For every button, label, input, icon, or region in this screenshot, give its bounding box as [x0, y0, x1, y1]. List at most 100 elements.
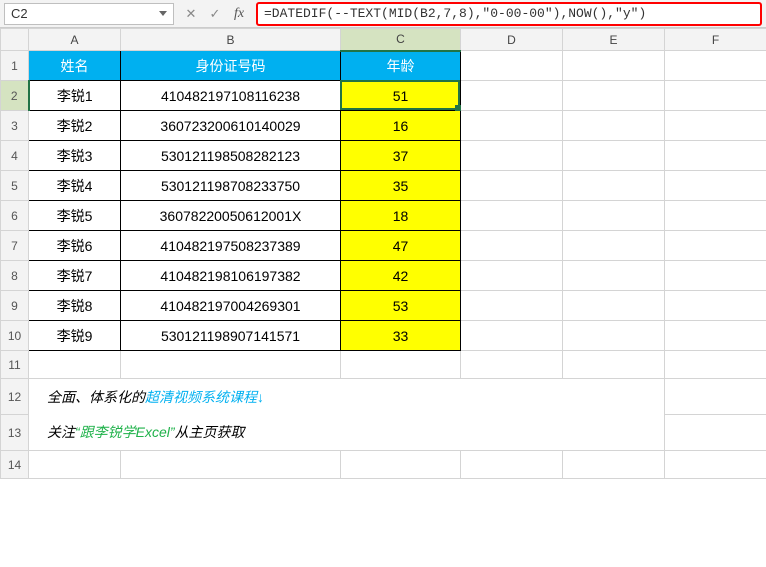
name-box[interactable]: C2: [4, 3, 174, 25]
col-header-D[interactable]: D: [461, 29, 563, 51]
cell-age[interactable]: 33: [341, 321, 461, 351]
cell[interactable]: [665, 379, 766, 415]
col-header-A[interactable]: A: [29, 29, 121, 51]
cell[interactable]: [563, 291, 665, 321]
cell[interactable]: [665, 141, 766, 171]
promo-line-1[interactable]: 全面、体系化的超清视频系统课程↓: [29, 379, 665, 415]
cell[interactable]: [563, 261, 665, 291]
cell[interactable]: [461, 51, 563, 81]
cell[interactable]: [665, 81, 766, 111]
promo-line-2[interactable]: 关注“跟李锐学Excel”从主页获取: [29, 415, 665, 451]
cell[interactable]: [563, 141, 665, 171]
cell[interactable]: [665, 261, 766, 291]
cell-id[interactable]: 410482197004269301: [121, 291, 341, 321]
cell-age[interactable]: 35: [341, 171, 461, 201]
cell-name[interactable]: 李锐6: [29, 231, 121, 261]
cell-name[interactable]: 李锐7: [29, 261, 121, 291]
cell[interactable]: [29, 451, 121, 479]
row-header-11[interactable]: 11: [1, 351, 29, 379]
cell[interactable]: [121, 351, 341, 379]
cell-id[interactable]: 530121198907141571: [121, 321, 341, 351]
cell[interactable]: [461, 321, 563, 351]
row-header-3[interactable]: 3: [1, 111, 29, 141]
cell-name[interactable]: 李锐8: [29, 291, 121, 321]
cell[interactable]: [665, 201, 766, 231]
row-header-4[interactable]: 4: [1, 141, 29, 171]
cell[interactable]: [665, 321, 766, 351]
col-header-C[interactable]: C: [341, 29, 461, 51]
cell[interactable]: [461, 81, 563, 111]
cell[interactable]: [563, 51, 665, 81]
cell[interactable]: [563, 321, 665, 351]
header-id[interactable]: 身份证号码: [121, 51, 341, 81]
cell[interactable]: [563, 201, 665, 231]
cell[interactable]: [461, 451, 563, 479]
cell-age[interactable]: 18: [341, 201, 461, 231]
row-header-5[interactable]: 5: [1, 171, 29, 201]
cell[interactable]: [665, 291, 766, 321]
fx-icon[interactable]: fx: [228, 6, 250, 22]
row-header-1[interactable]: 1: [1, 51, 29, 81]
cell[interactable]: [121, 451, 341, 479]
row-header-7[interactable]: 7: [1, 231, 29, 261]
cell[interactable]: [461, 141, 563, 171]
cell[interactable]: [341, 451, 461, 479]
cell-name[interactable]: 李锐3: [29, 141, 121, 171]
cell-age[interactable]: 53: [341, 291, 461, 321]
cell[interactable]: [563, 451, 665, 479]
cell-id[interactable]: 530121198508282123: [121, 141, 341, 171]
cell-age[interactable]: 42: [341, 261, 461, 291]
cell[interactable]: [563, 351, 665, 379]
spreadsheet-grid[interactable]: A B C D E F 1 姓名 身份证号码 年龄 2 李锐1 41048219…: [0, 28, 766, 479]
header-name[interactable]: 姓名: [29, 51, 121, 81]
col-header-F[interactable]: F: [665, 29, 766, 51]
cell-age[interactable]: 16: [341, 111, 461, 141]
cell-name[interactable]: 李锐9: [29, 321, 121, 351]
cell[interactable]: [563, 171, 665, 201]
cell-name[interactable]: 李锐5: [29, 201, 121, 231]
cell[interactable]: [563, 231, 665, 261]
formula-input[interactable]: [258, 6, 760, 21]
cell-id[interactable]: 36078220050612001X: [121, 201, 341, 231]
cell[interactable]: [461, 261, 563, 291]
cell-age[interactable]: 51: [341, 81, 461, 111]
col-header-B[interactable]: B: [121, 29, 341, 51]
row-header-9[interactable]: 9: [1, 291, 29, 321]
cell-age[interactable]: 47: [341, 231, 461, 261]
cancel-formula-button[interactable]: ✕: [180, 3, 202, 25]
confirm-formula-button[interactable]: ✓: [204, 3, 226, 25]
cell[interactable]: [563, 111, 665, 141]
row-header-14[interactable]: 14: [1, 451, 29, 479]
cell[interactable]: [461, 291, 563, 321]
cell[interactable]: [665, 171, 766, 201]
cell[interactable]: [29, 351, 121, 379]
cell-id[interactable]: 410482197508237389: [121, 231, 341, 261]
cell[interactable]: [461, 111, 563, 141]
row-header-6[interactable]: 6: [1, 201, 29, 231]
cell[interactable]: [665, 451, 766, 479]
cell[interactable]: [665, 51, 766, 81]
cell-name[interactable]: 李锐1: [29, 81, 121, 111]
row-header-2[interactable]: 2: [1, 81, 29, 111]
cell-name[interactable]: 李锐2: [29, 111, 121, 141]
cell[interactable]: [563, 81, 665, 111]
cell[interactable]: [461, 351, 563, 379]
cell[interactable]: [461, 201, 563, 231]
cell[interactable]: [341, 351, 461, 379]
row-header-13[interactable]: 13: [1, 415, 29, 451]
cell[interactable]: [461, 231, 563, 261]
cell-id[interactable]: 360723200610140029: [121, 111, 341, 141]
row-header-12[interactable]: 12: [1, 379, 29, 415]
cell[interactable]: [665, 351, 766, 379]
cell-id[interactable]: 410482198106197382: [121, 261, 341, 291]
cell-id[interactable]: 410482197108116238: [121, 81, 341, 111]
select-all-corner[interactable]: [1, 29, 29, 51]
chevron-down-icon[interactable]: [159, 11, 167, 16]
col-header-E[interactable]: E: [563, 29, 665, 51]
cell-name[interactable]: 李锐4: [29, 171, 121, 201]
cell[interactable]: [665, 111, 766, 141]
row-header-8[interactable]: 8: [1, 261, 29, 291]
cell-age[interactable]: 37: [341, 141, 461, 171]
header-age[interactable]: 年龄: [341, 51, 461, 81]
cell-id[interactable]: 530121198708233750: [121, 171, 341, 201]
